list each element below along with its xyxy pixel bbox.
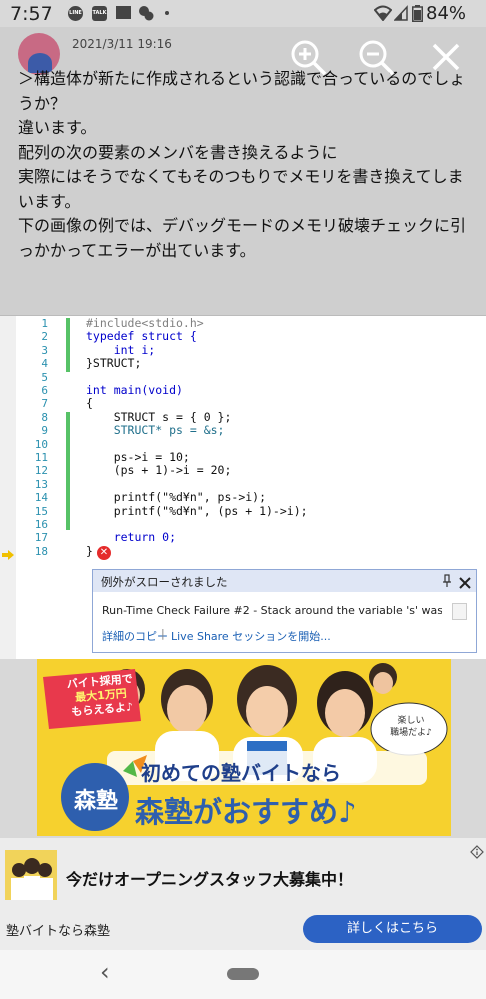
post-body: ＞構造体が新たに作成されるという認識で合っているのでしょうか？ 違います。 配列… <box>18 67 470 263</box>
home-pill-button[interactable] <box>227 968 259 980</box>
mail-icon <box>116 6 131 19</box>
zoom-out-icon[interactable] <box>356 37 396 77</box>
post-paragraph: ＞構造体が新たに作成されるという認識で合っているのでしょうか？ <box>18 69 466 113</box>
editor-gutter <box>0 316 16 659</box>
cell-signal-icon <box>393 5 408 21</box>
code-line: ps->i = 10; <box>86 450 190 464</box>
code-line: STRUCT* ps = &s; <box>86 423 225 438</box>
line-icon: LINE <box>68 6 83 21</box>
line-number: 16 <box>34 518 48 531</box>
post-paragraph: 配列の次の要素のメンバを書き換えるように <box>18 142 338 162</box>
change-marker <box>66 412 70 530</box>
line-number: 17 <box>34 531 48 545</box>
battery-icon <box>412 5 423 22</box>
line-number: 7 <box>41 397 48 411</box>
code-line: printf("%d¥n", (ps + 1)->i); <box>86 503 308 518</box>
line-number: 5 <box>41 370 48 384</box>
exception-popup: 例外がスローされました Run-Time Check Failure #2 - … <box>92 569 477 653</box>
link-separator: | <box>161 627 165 640</box>
post-date: 2021/3/11 19:16 <box>72 37 172 51</box>
ad-banner-image[interactable]: バイト採用で 最大1万円 もらえるよ♪ 楽しい 職場だよ♪ 森塾 初めての塾バイ… <box>37 659 451 836</box>
live-share-link[interactable]: Live Share セッションを開始... <box>171 628 331 644</box>
wifi-icon <box>373 5 393 22</box>
code-line: return 0; <box>86 530 177 545</box>
line-number: 18 <box>34 544 48 558</box>
code-line: { <box>86 396 93 411</box>
post-paragraph: 下の画像の例では、デバッグモードのメモリ破壊チェックに引っかかってエラーが出てい… <box>18 216 467 260</box>
chat-bubbles-icon <box>138 5 154 21</box>
ad-bubble-line: 職場だよ♪ <box>390 728 432 738</box>
status-bar: 7:57 LINE TALK 84% <box>0 0 486 27</box>
code-line: typedef struct { <box>86 329 197 344</box>
exception-message: Run-Time Check Failure #2 - Stack around… <box>102 604 442 617</box>
line-number: 10 <box>34 437 48 451</box>
line-number: 13 <box>34 477 48 491</box>
code-line: printf("%d¥n", ps->i); <box>86 490 267 505</box>
line-number: 9 <box>41 424 48 438</box>
ad-bubble-text: 楽しい 職場だよ♪ <box>383 715 439 739</box>
code-line: int main(void) <box>86 383 183 397</box>
line-number: 12 <box>34 464 48 478</box>
talk-icon: TALK <box>92 6 107 21</box>
code-screenshot-image[interactable]: ✕ 例外がスローされました Run-Time Check Failure #2 … <box>0 315 486 659</box>
close-icon[interactable] <box>426 37 466 77</box>
ad-headline-2: 森塾がおすすめ♪ <box>135 795 357 829</box>
line-number: 14 <box>34 491 48 505</box>
post-paragraph: 実際にはそうでなくてもそのつもりでメモリを書き換えてしまいます。 <box>18 167 464 211</box>
ad-headline-1: 初めての塾バイトなら <box>141 761 341 785</box>
ad-cta-button[interactable]: 詳しくはこちら <box>303 915 482 943</box>
dot-icon <box>165 11 169 15</box>
pin-icon[interactable] <box>442 573 452 587</box>
ad-title[interactable]: 今だけオープニングスタッフ大募集中！ <box>66 866 353 890</box>
line-number: 8 <box>41 410 48 424</box>
line-number: 15 <box>34 504 48 518</box>
status-time: 7:57 <box>10 3 53 25</box>
line-number: 6 <box>41 384 48 397</box>
line-number: 4 <box>41 357 48 371</box>
close-popup-icon[interactable] <box>459 574 471 589</box>
ad-footer: 塾バイトなら森塾 詳しくはこちら <box>0 908 486 950</box>
ad-advertiser: 塾バイトなら森塾 <box>6 924 111 939</box>
battery-level: 84% <box>426 3 467 24</box>
change-marker <box>66 318 70 372</box>
code-line: #include<stdio.h> <box>86 316 204 330</box>
code-line: (ps + 1)->i = 20; <box>86 463 232 478</box>
current-line-arrow-icon <box>2 545 14 560</box>
exception-title: 例外がスローされました <box>101 575 228 589</box>
line-number: 3 <box>41 343 48 357</box>
copy-details-link[interactable]: 詳細のコピー <box>102 628 168 644</box>
ad-badge-text: バイト採用で 最大1万円 もらえるよ♪ <box>59 672 142 721</box>
code-line: STRUCT s = { 0 }; <box>86 409 232 424</box>
back-button[interactable]: ‹ <box>100 958 110 986</box>
code-line: }STRUCT; <box>86 356 142 371</box>
native-ad[interactable]: 今だけオープニングスタッフ大募集中！ <box>0 838 486 908</box>
answer-post: 2021/3/11 19:16 ＞構造体が新たに作成されるという認識で合っている… <box>0 27 486 315</box>
ad-info-icon[interactable] <box>470 844 484 859</box>
ad-thumbnail <box>5 850 57 900</box>
ad-bubble-line: 楽しい <box>397 716 425 726</box>
line-number: 1 <box>41 317 48 330</box>
line-number: 2 <box>41 330 48 344</box>
zoom-in-icon[interactable] <box>288 37 328 77</box>
error-icon[interactable]: ✕ <box>97 546 111 560</box>
code-line: int i; <box>86 342 156 357</box>
line-number: 11 <box>34 451 48 464</box>
navigation-bar: ‹ <box>0 950 486 999</box>
code-line: } <box>86 543 93 558</box>
scroll-button[interactable] <box>452 603 467 620</box>
ad-logo: 森塾 <box>73 789 118 814</box>
post-paragraph: 違います。 <box>18 118 97 137</box>
